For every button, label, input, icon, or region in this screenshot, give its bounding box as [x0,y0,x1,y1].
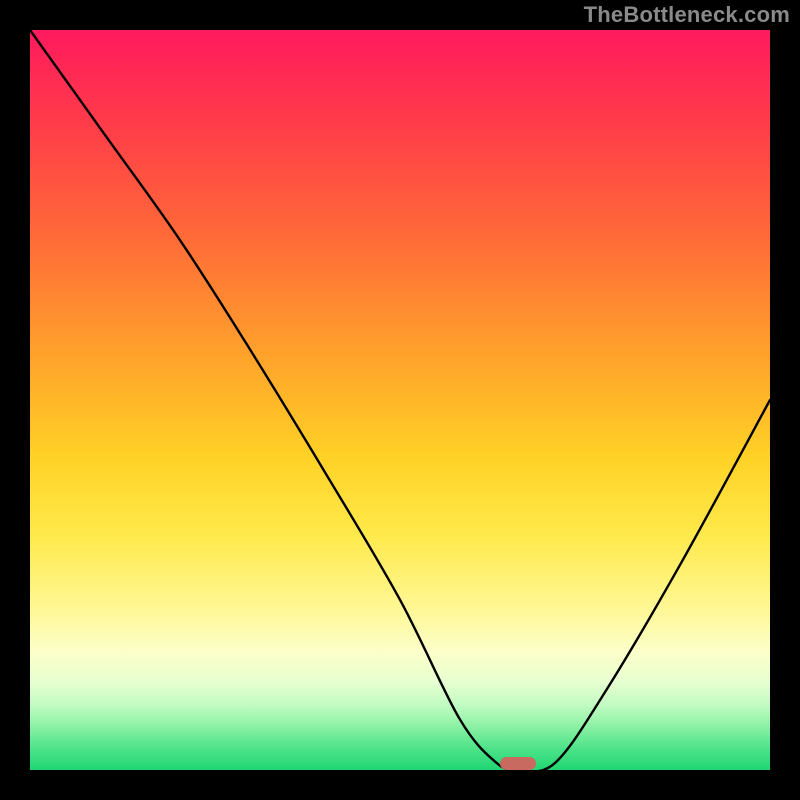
chart-container: TheBottleneck.com [0,0,800,800]
watermark-text: TheBottleneck.com [584,2,790,28]
chart-svg [30,30,770,770]
optimal-marker [500,757,536,770]
bottleneck-curve-line [30,30,770,770]
plot-area [30,30,770,770]
